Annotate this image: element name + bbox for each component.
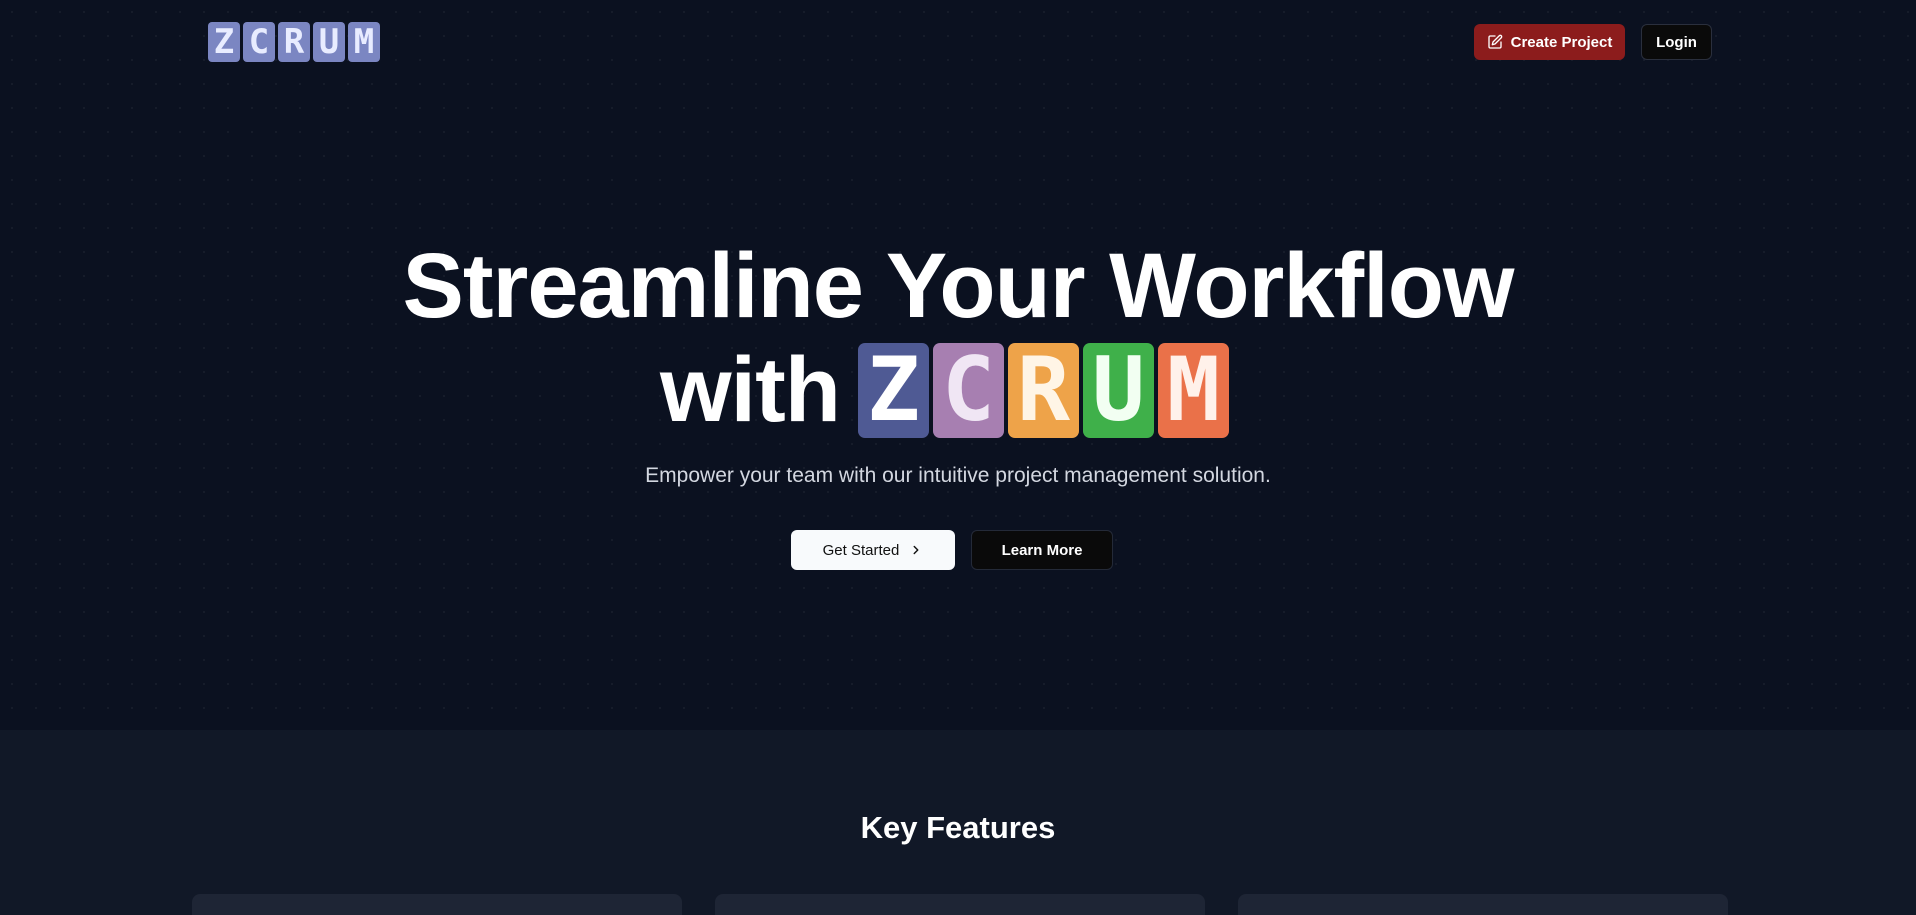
hero-logo-letter: C [932,342,1004,438]
logo-letter: M [348,22,380,62]
headline-with-text: with [660,339,841,441]
hero-logo-letter: M [1157,342,1229,438]
hero-subtitle: Empower your team with our intuitive pro… [645,464,1271,487]
chevron-right-icon [913,545,919,555]
hero-headline: Streamline Your Workflow [402,235,1515,337]
site-logo[interactable]: Z C R U M [208,22,380,62]
hero-logo-letter: R [1007,342,1079,438]
feature-card [715,894,1205,915]
learn-more-button[interactable]: Learn More [971,530,1113,570]
features-title: Key Features [860,810,1056,845]
hero-logo: Z C R U M [857,342,1229,438]
logo-letter: R [278,22,310,62]
hero-logo-letter: U [1082,342,1154,438]
logo-letter: U [313,22,345,62]
feature-card [192,894,682,915]
create-project-button[interactable]: Create Project [1474,24,1625,60]
get-started-label: Get Started [822,541,900,559]
feature-card [1238,894,1728,915]
create-project-label: Create Project [1510,33,1613,51]
get-started-button[interactable]: Get Started [791,530,955,570]
hero-headline-line2: with Z C R U M [660,342,1229,438]
hero-logo-letter: Z [857,342,929,438]
pencil-square-icon [1487,34,1502,49]
logo-letter: C [243,22,275,62]
features-section: Key Features [0,730,1916,915]
logo-letter: Z [208,22,240,62]
login-button[interactable]: Login [1641,24,1712,60]
